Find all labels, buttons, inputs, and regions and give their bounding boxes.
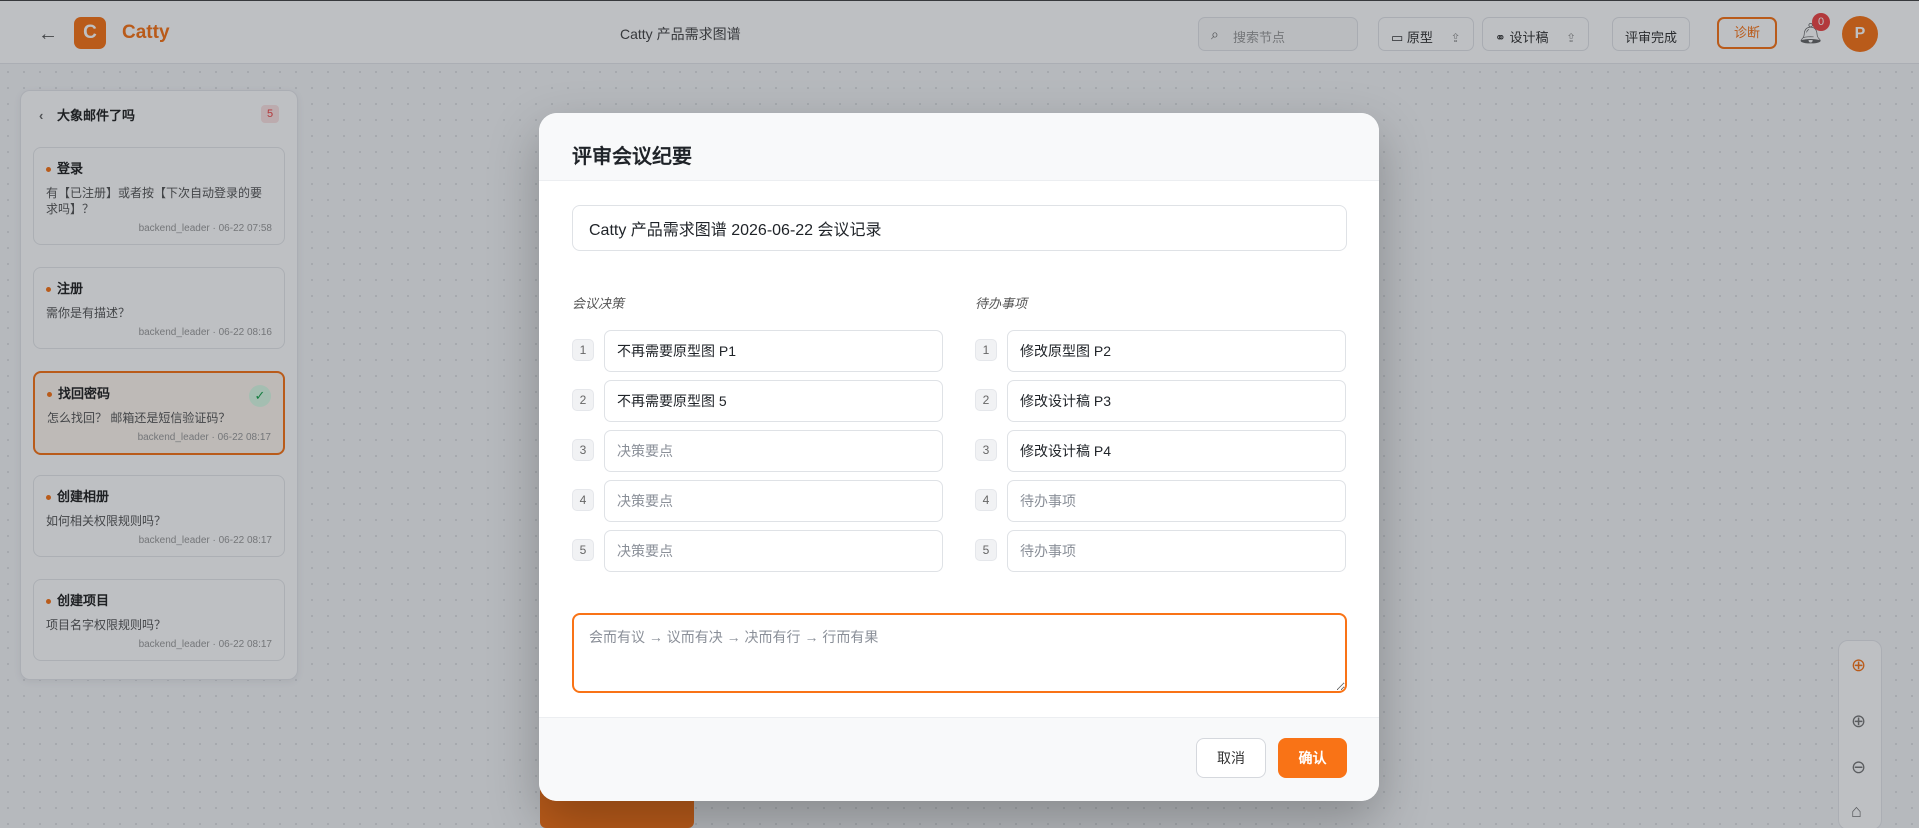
decision-number: 4 [572,489,594,511]
meeting-minutes-dialog: 评审会议纪要 会议决策 待办事项 1 2 3 4 5 1 2 3 4 5 取消 … [539,113,1379,801]
todos-label: 待办事项 [975,296,1028,311]
dialog-header: 评审会议纪要 [539,113,1379,181]
todo-number: 5 [975,539,997,561]
decisions-label: 会议决策 [572,296,625,311]
decision-input[interactable] [604,430,943,472]
cancel-button[interactable]: 取消 [1196,738,1266,778]
confirm-button[interactable]: 确认 [1278,738,1347,778]
meeting-notes-textarea[interactable] [572,613,1347,693]
decision-number: 3 [572,439,594,461]
decision-number: 1 [572,339,594,361]
todo-number: 1 [975,339,997,361]
decision-number: 5 [572,539,594,561]
todo-input[interactable] [1007,480,1346,522]
todo-input[interactable] [1007,330,1346,372]
decision-input[interactable] [604,480,943,522]
todo-input[interactable] [1007,430,1346,472]
todo-number: 3 [975,439,997,461]
decision-input[interactable] [604,380,943,422]
decision-number: 2 [572,389,594,411]
todo-input[interactable] [1007,380,1346,422]
meeting-title-input[interactable] [572,205,1347,251]
decision-input[interactable] [604,530,943,572]
dialog-title: 评审会议纪要 [572,146,692,168]
decision-input[interactable] [604,330,943,372]
todo-input[interactable] [1007,530,1346,572]
dialog-footer: 取消 确认 [539,717,1379,801]
todo-number: 4 [975,489,997,511]
todo-number: 2 [975,389,997,411]
